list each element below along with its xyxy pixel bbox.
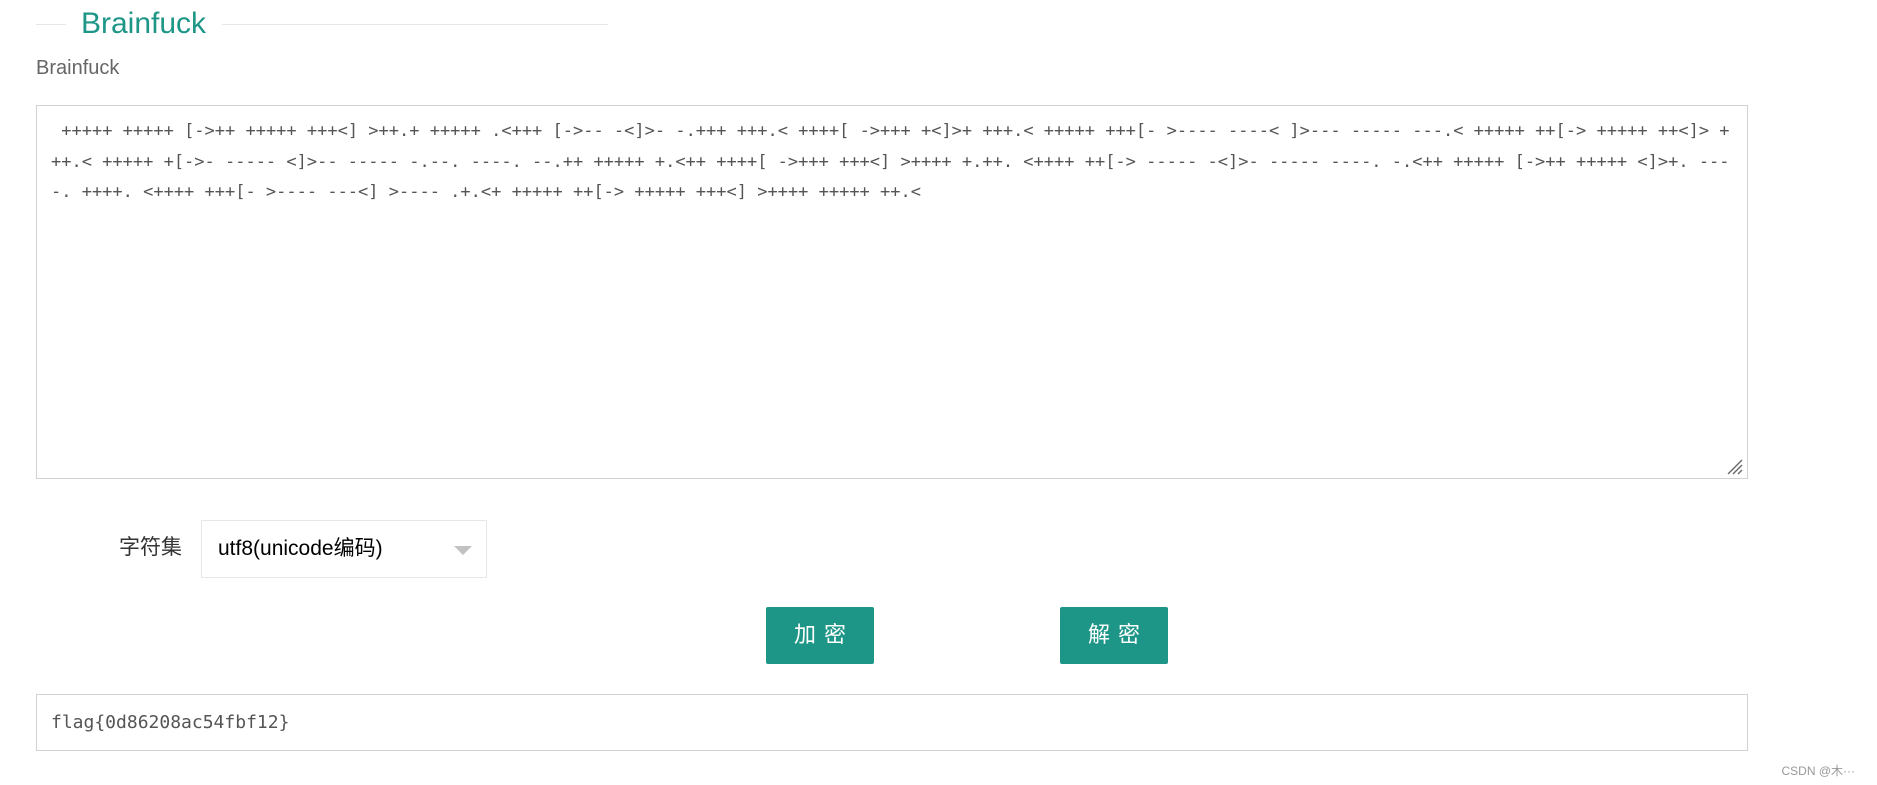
- charset-selected-value: utf8(unicode编码): [218, 537, 383, 560]
- encrypt-button[interactable]: 加密: [766, 607, 874, 664]
- result-output[interactable]: [36, 694, 1748, 751]
- header-divider-right: [222, 24, 608, 25]
- charset-select[interactable]: utf8(unicode编码): [201, 520, 487, 578]
- section-header: Brainfuck: [36, 0, 608, 48]
- page: Brainfuck Brainfuck +++++ +++++ [->++ ++…: [0, 0, 1877, 785]
- decrypt-button[interactable]: 解密: [1060, 607, 1168, 664]
- dropdown-arrow-icon: [454, 546, 472, 555]
- page-subtitle: Brainfuck: [36, 57, 120, 79]
- watermark: CSDN @木···: [1781, 764, 1855, 778]
- code-input[interactable]: +++++ +++++ [->++ +++++ +++<] >++.+ ++++…: [36, 105, 1748, 479]
- charset-label: 字符集: [119, 536, 182, 559]
- header-divider-left: [36, 24, 66, 25]
- page-title: Brainfuck: [81, 7, 207, 40]
- resize-handle-icon[interactable]: [1724, 456, 1744, 476]
